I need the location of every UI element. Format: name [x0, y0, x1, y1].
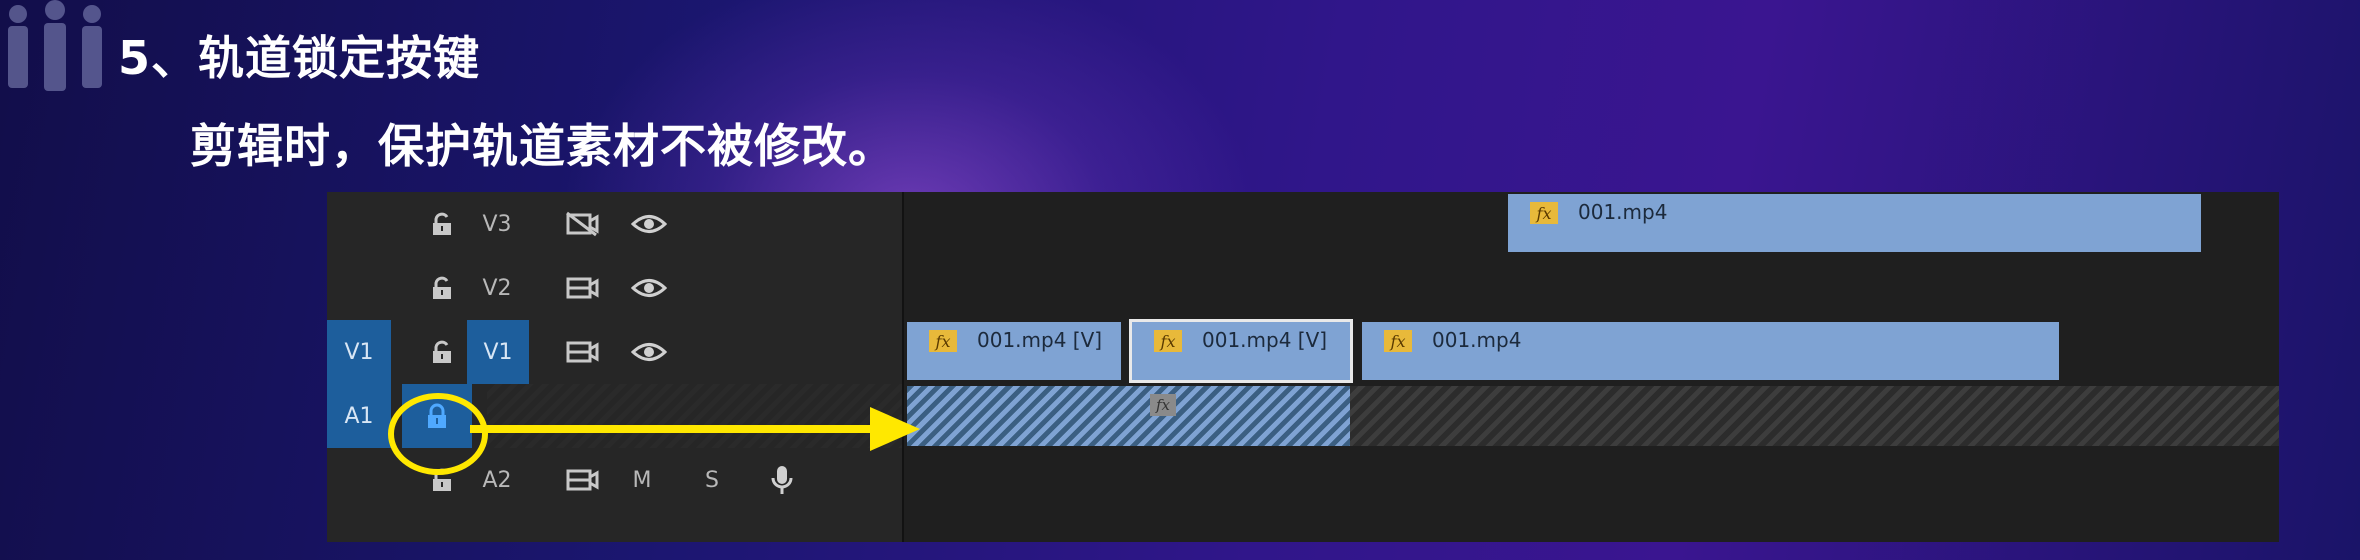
- track-target-v2[interactable]: V2: [467, 256, 527, 320]
- track-target-v1[interactable]: V1: [467, 320, 529, 384]
- locked-track-hatch: [1350, 386, 2279, 446]
- eye-icon: [631, 279, 667, 297]
- camera-icon: [566, 277, 599, 299]
- track-v2: V2: [327, 256, 2279, 322]
- clip-a1-audio[interactable]: fx: [907, 386, 1350, 446]
- clip-v1-001-a[interactable]: fx 001.mp4 [V]: [907, 322, 1121, 380]
- visibility-toggle-v2[interactable]: [619, 256, 679, 320]
- lock-open-icon: [433, 340, 451, 363]
- camera-icon: [566, 341, 599, 363]
- eye-icon: [631, 343, 667, 361]
- lock-toggle-v1[interactable]: [417, 320, 467, 384]
- fx-badge: fx: [929, 330, 957, 352]
- track-lane-v3: fx 001.mp4: [904, 192, 2279, 256]
- lock-toggle-v3[interactable]: [417, 192, 467, 256]
- clip-label: 001.mp4 [V]: [977, 328, 1103, 352]
- source-patch-a1[interactable]: A1: [327, 384, 391, 448]
- track-lane-a2: [904, 448, 2279, 512]
- clip-v1-001-b[interactable]: fx 001.mp4 [V]: [1129, 319, 1353, 383]
- camera-icon: [566, 469, 599, 491]
- microphone-icon: [771, 466, 793, 494]
- clip-v1-001-c[interactable]: fx 001.mp4: [1362, 322, 2059, 380]
- visibility-toggle-v1[interactable]: [619, 320, 679, 384]
- track-header-a3: [327, 512, 902, 542]
- track-v3: V3 fx 001.mp4: [327, 192, 2279, 258]
- track-header-v1: V1 V1: [327, 320, 902, 384]
- clip-label: 001.mp4: [1578, 200, 1668, 224]
- track-target-v3[interactable]: V3: [467, 192, 527, 256]
- visibility-toggle-v3[interactable]: [619, 192, 679, 256]
- clip-v3-001[interactable]: fx 001.mp4: [1508, 194, 2201, 252]
- timeline-panel: V3 fx 001.mp4 V2 V1 V1 fx 001.mp4 [V] fx…: [327, 192, 2279, 542]
- track-lane-v1: fx 001.mp4 [V] fx 001.mp4 [V] fx 001.mp4: [904, 319, 2279, 384]
- clip-label: 001.mp4: [1432, 328, 1522, 352]
- annotation-arrow: [470, 407, 920, 451]
- source-patch-v1[interactable]: V1: [327, 320, 391, 384]
- eye-icon: [631, 215, 667, 233]
- track-lane-v2: [904, 256, 2279, 320]
- clip-label: 001.mp4 [V]: [1202, 328, 1328, 352]
- toggle-sync-v3[interactable]: [552, 192, 612, 256]
- slide-subtitle: 剪辑时，保护轨道素材不被修改。: [190, 119, 895, 173]
- track-v1: V1 V1 fx 001.mp4 [V] fx 001.mp4 [V] fx 0…: [327, 319, 2279, 386]
- track-header-v3: V3: [327, 192, 902, 256]
- lock-open-icon: [433, 276, 451, 299]
- track-lane-a3: [904, 512, 2279, 542]
- toggle-sync-v1[interactable]: [552, 320, 612, 384]
- lock-toggle-v2[interactable]: [417, 256, 467, 320]
- fx-badge: fx: [1150, 394, 1176, 416]
- toggle-output-off-icon: [566, 211, 599, 237]
- track-a3-partial: [327, 512, 2279, 542]
- track-header-v2: V2: [327, 256, 902, 320]
- fx-badge: fx: [1530, 202, 1558, 224]
- toggle-sync-v2[interactable]: [552, 256, 612, 320]
- fx-badge: fx: [1154, 330, 1182, 352]
- people-icon: [8, 0, 102, 91]
- track-lane-a1: fx: [904, 384, 2279, 448]
- slide-title: 5、轨道锁定按键: [118, 31, 481, 85]
- fx-badge: fx: [1384, 330, 1412, 352]
- lock-open-icon: [433, 212, 451, 235]
